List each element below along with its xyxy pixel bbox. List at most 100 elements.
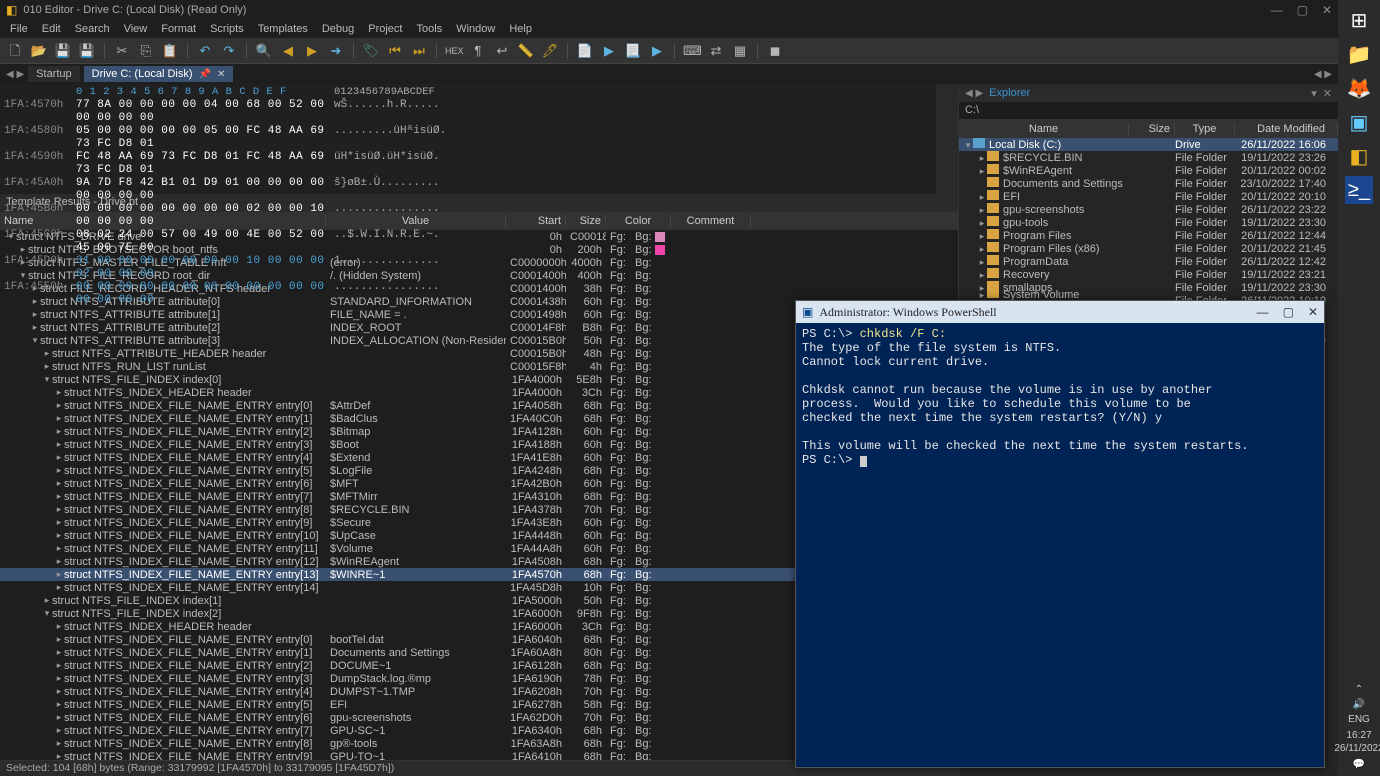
bookmark-prev-icon[interactable]: ⏮ — [386, 42, 404, 60]
explorer-path[interactable]: C:\ — [959, 102, 1338, 120]
tab-drive-c[interactable]: Drive C: (Local Disk) 📌 ✕ — [84, 66, 234, 82]
template-run-icon[interactable]: ▶ — [600, 42, 618, 60]
hex-mode-icon[interactable]: HEX — [445, 42, 463, 60]
copy-icon[interactable]: ⎘ — [137, 42, 155, 60]
explorer-row[interactable]: ▸$RECYCLE.BINFile Folder19/11/2022 23:26 — [959, 151, 1338, 164]
explorer-row[interactable]: ▸Program FilesFile Folder26/11/2022 12:4… — [959, 229, 1338, 242]
find-icon[interactable]: 🔍 — [255, 42, 273, 60]
tray-clock[interactable]: 16:2726/11/2022 — [1334, 729, 1380, 755]
hex-row[interactable]: 1FA:45C0h08 02 24 00 57 00 49 00 4E 00 5… — [4, 229, 954, 255]
hex-view[interactable]: 0 1 2 3 4 5 6 7 8 9 A B C D E F 01234567… — [0, 84, 958, 194]
explorer-row[interactable]: ▸$WinREAgentFile Folder20/11/2022 00:02 — [959, 164, 1338, 177]
close-tab-icon[interactable]: ✕ — [217, 69, 225, 80]
tab-nav-right[interactable]: ◀ ▶ — [1314, 69, 1332, 80]
text-mode-icon[interactable]: ¶ — [469, 42, 487, 60]
menu-help[interactable]: Help — [509, 23, 532, 35]
tab-nav-prev[interactable]: ◀ ▶ — [6, 69, 24, 80]
hex-minimap[interactable] — [936, 84, 958, 194]
exp-col-name[interactable]: Name — [959, 123, 1129, 135]
hex-row[interactable]: 1FA:4570h77 8A 00 00 00 00 04 00 68 00 5… — [4, 99, 954, 125]
highlight-icon[interactable]: 🖊 — [541, 42, 559, 60]
tray-up-icon[interactable]: ⌃ — [1355, 684, 1363, 695]
explorer-row[interactable]: ▸Program Files (x86)File Folder20/11/202… — [959, 242, 1338, 255]
exp-col-type[interactable]: Type — [1175, 123, 1235, 135]
menu-window[interactable]: Window — [456, 23, 495, 35]
toolbar-sep — [757, 43, 758, 59]
hex-row[interactable]: 1FA:4590hFC 48 AA 69 73 FC D8 01 FC 48 A… — [4, 151, 954, 177]
save-icon[interactable]: 💾 — [54, 42, 72, 60]
menu-file[interactable]: File — [10, 23, 28, 35]
wrap-icon[interactable]: ↩ — [493, 42, 511, 60]
explorer-row[interactable]: ▾Local Disk (C:)Drive26/11/2022 16:06 — [959, 138, 1338, 151]
bookmark-next-icon[interactable]: ⏭ — [410, 42, 428, 60]
powershell-window[interactable]: ▣ Administrator: Windows PowerShell — ▢ … — [795, 300, 1325, 768]
tray-sound-icon[interactable]: 🔊 — [1353, 699, 1365, 710]
tab-startup[interactable]: Startup — [28, 66, 79, 82]
menu-edit[interactable]: Edit — [42, 23, 61, 35]
redo-icon[interactable]: ↷ — [220, 42, 238, 60]
toolbar-sep — [104, 43, 105, 59]
explorer-row[interactable]: ▸gpu-toolsFile Folder19/11/2022 23:30 — [959, 216, 1338, 229]
exp-col-date[interactable]: Date Modified — [1235, 123, 1338, 135]
paste-icon[interactable]: 📋 — [161, 42, 179, 60]
menu-tools[interactable]: Tools — [417, 23, 443, 35]
ps-close-button[interactable]: ✕ — [1308, 305, 1318, 319]
hex-row[interactable]: 1FA:45D0h31 00 00 00 00 00 00 00 10 00 0… — [4, 255, 954, 281]
task-terminal-icon[interactable]: ▣ — [1345, 108, 1373, 136]
find-prev-icon[interactable]: ◀ — [279, 42, 297, 60]
bookmark-icon[interactable]: 🏷 — [362, 42, 380, 60]
goto-icon[interactable]: ➜ — [327, 42, 345, 60]
script-run-icon[interactable]: ▶ — [648, 42, 666, 60]
menu-search[interactable]: Search — [75, 23, 110, 35]
maximize-button[interactable]: ▢ — [1297, 3, 1308, 17]
explorer-row[interactable]: ▸ProgramDataFile Folder26/11/2022 12:42 — [959, 255, 1338, 268]
stop-icon[interactable]: ◼ — [766, 42, 784, 60]
menu-view[interactable]: View — [124, 23, 148, 35]
histogram-icon[interactable]: ▦ — [731, 42, 749, 60]
explorer-nav[interactable]: ◀ ▶ — [965, 88, 983, 99]
cut-icon[interactable]: ✂ — [113, 42, 131, 60]
task-powershell-icon[interactable]: ≥_ — [1345, 176, 1373, 204]
hex-col-ruler: 0 1 2 3 4 5 6 7 8 9 A B C D E F — [76, 86, 334, 99]
calc-icon[interactable]: ⌨ — [683, 42, 701, 60]
hex-row[interactable]: 1FA:45B0h00 00 00 00 00 00 00 00 02 00 0… — [4, 203, 954, 229]
tray-lang[interactable]: ENG — [1348, 714, 1370, 725]
ruler-icon[interactable]: 📏 — [517, 42, 535, 60]
ps-console[interactable]: PS C:\> chkdsk /F C:The type of the file… — [796, 323, 1324, 767]
find-next-icon[interactable]: ▶ — [303, 42, 321, 60]
menu-scripts[interactable]: Scripts — [210, 23, 244, 35]
explorer-menu-icon[interactable]: ▾ — [1311, 87, 1317, 100]
explorer-row[interactable]: ▸gpu-screenshotsFile Folder26/11/2022 23… — [959, 203, 1338, 216]
menu-project[interactable]: Project — [368, 23, 402, 35]
open-icon[interactable]: 📂 — [30, 42, 48, 60]
hex-row[interactable]: 1FA:45A0h9A 7D F8 42 B1 01 D9 01 00 00 0… — [4, 177, 954, 203]
task-010-icon[interactable]: ◧ — [1345, 142, 1373, 170]
pin-icon[interactable]: 📌 — [199, 69, 211, 80]
explorer-close-icon[interactable]: ✕ — [1323, 87, 1332, 100]
tray-notifications-icon[interactable]: 💬 — [1353, 759, 1365, 770]
toolbar-sep — [674, 43, 675, 59]
new-icon[interactable]: 🗋 — [6, 42, 24, 60]
menu-debug[interactable]: Debug — [322, 23, 354, 35]
compare-icon[interactable]: ⇄ — [707, 42, 725, 60]
script-open-icon[interactable]: 📃 — [624, 42, 642, 60]
task-explorer-icon[interactable]: 📁 — [1345, 40, 1373, 68]
menu-format[interactable]: Format — [161, 23, 196, 35]
exp-col-size[interactable]: Size — [1129, 123, 1175, 135]
explorer-row[interactable]: ▸RecoveryFile Folder19/11/2022 23:21 — [959, 268, 1338, 281]
ps-maximize-button[interactable]: ▢ — [1283, 305, 1294, 319]
minimize-button[interactable]: — — [1271, 3, 1283, 17]
save-all-icon[interactable]: 💾 — [78, 42, 96, 60]
start-button[interactable]: ⊞ — [1345, 6, 1373, 34]
close-button[interactable]: ✕ — [1322, 3, 1332, 17]
explorer-title: Explorer — [989, 87, 1311, 99]
hex-row[interactable]: 1FA:4580h05 00 00 00 00 00 05 00 FC 48 A… — [4, 125, 954, 151]
ps-titlebar[interactable]: ▣ Administrator: Windows PowerShell — ▢ … — [796, 301, 1324, 323]
menu-templates[interactable]: Templates — [258, 23, 308, 35]
template-open-icon[interactable]: 📄 — [576, 42, 594, 60]
undo-icon[interactable]: ↶ — [196, 42, 214, 60]
task-firefox-icon[interactable]: 🦊 — [1345, 74, 1373, 102]
explorer-row[interactable]: ▸EFIFile Folder20/11/2022 20:10 — [959, 190, 1338, 203]
explorer-row[interactable]: Documents and SettingsFile Folder23/10/2… — [959, 177, 1338, 190]
ps-minimize-button[interactable]: — — [1257, 305, 1269, 319]
